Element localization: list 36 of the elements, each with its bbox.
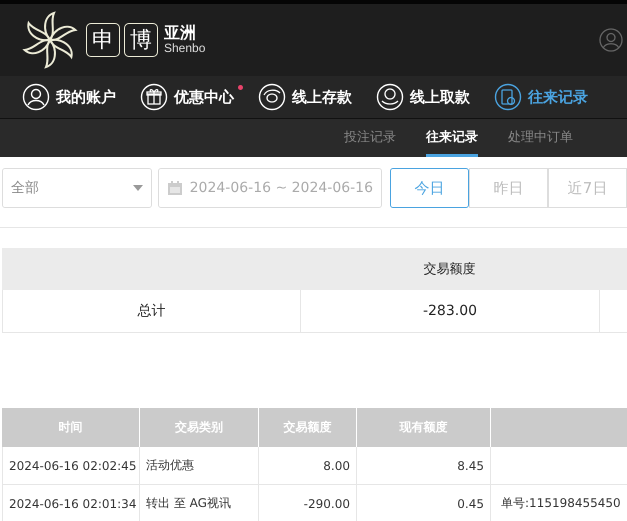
brand-name: 亚洲 — [164, 25, 197, 42]
nav-item[interactable]: 往来记录 — [494, 83, 588, 111]
table-cell: 8.00 — [259, 447, 357, 485]
clipboard-clock-icon — [494, 83, 522, 111]
table-cell: 活动优惠 — [140, 447, 259, 485]
table-header-cell — [599, 248, 627, 290]
range-button[interactable]: 今日 — [390, 168, 469, 208]
column-header: 交易额度 — [300, 248, 599, 290]
nav-item[interactable]: 线上存款 — [258, 83, 352, 111]
logo-mark: 申 — [86, 23, 120, 57]
brand-latin: Shenbo — [164, 42, 206, 55]
type-select[interactable]: 全部 — [2, 168, 152, 208]
table-cell — [599, 290, 627, 333]
user-icon[interactable] — [599, 28, 623, 52]
nav-item[interactable]: 线上取款 — [376, 83, 470, 111]
caret-icon — [132, 185, 143, 191]
sub-tab[interactable]: 投注记录 — [344, 119, 396, 157]
user-icon — [22, 83, 50, 111]
sub-tab[interactable]: 往来记录 — [426, 119, 478, 157]
table-cell: 2024-06-16 02:02:45 — [2, 447, 140, 485]
sub-tab[interactable]: 处理中订单 — [508, 119, 573, 157]
date-range-field[interactable]: 2024-06-16 ~ 2024-06-16 — [158, 168, 382, 208]
table-cell: 总计 — [2, 290, 300, 333]
table-cell: 0.45 — [357, 485, 491, 521]
table-cell: 8.45 — [357, 447, 491, 485]
flower-logo-icon — [20, 10, 80, 70]
table-cell: -290.00 — [259, 485, 357, 521]
logo-mark: 博 — [124, 23, 158, 57]
table-cell: 2024-06-16 02:01:34 — [2, 485, 140, 521]
calendar-icon — [166, 180, 183, 196]
nav-item[interactable]: 我的账户 — [22, 83, 116, 111]
table-cell: 转出 至 AG视讯 — [140, 485, 259, 521]
nav-item[interactable]: 优惠中心 — [140, 83, 234, 111]
gift-icon — [140, 83, 168, 111]
table-cell: 单号:115198455450 — [491, 485, 627, 521]
table-cell: -283.00 — [300, 290, 599, 333]
